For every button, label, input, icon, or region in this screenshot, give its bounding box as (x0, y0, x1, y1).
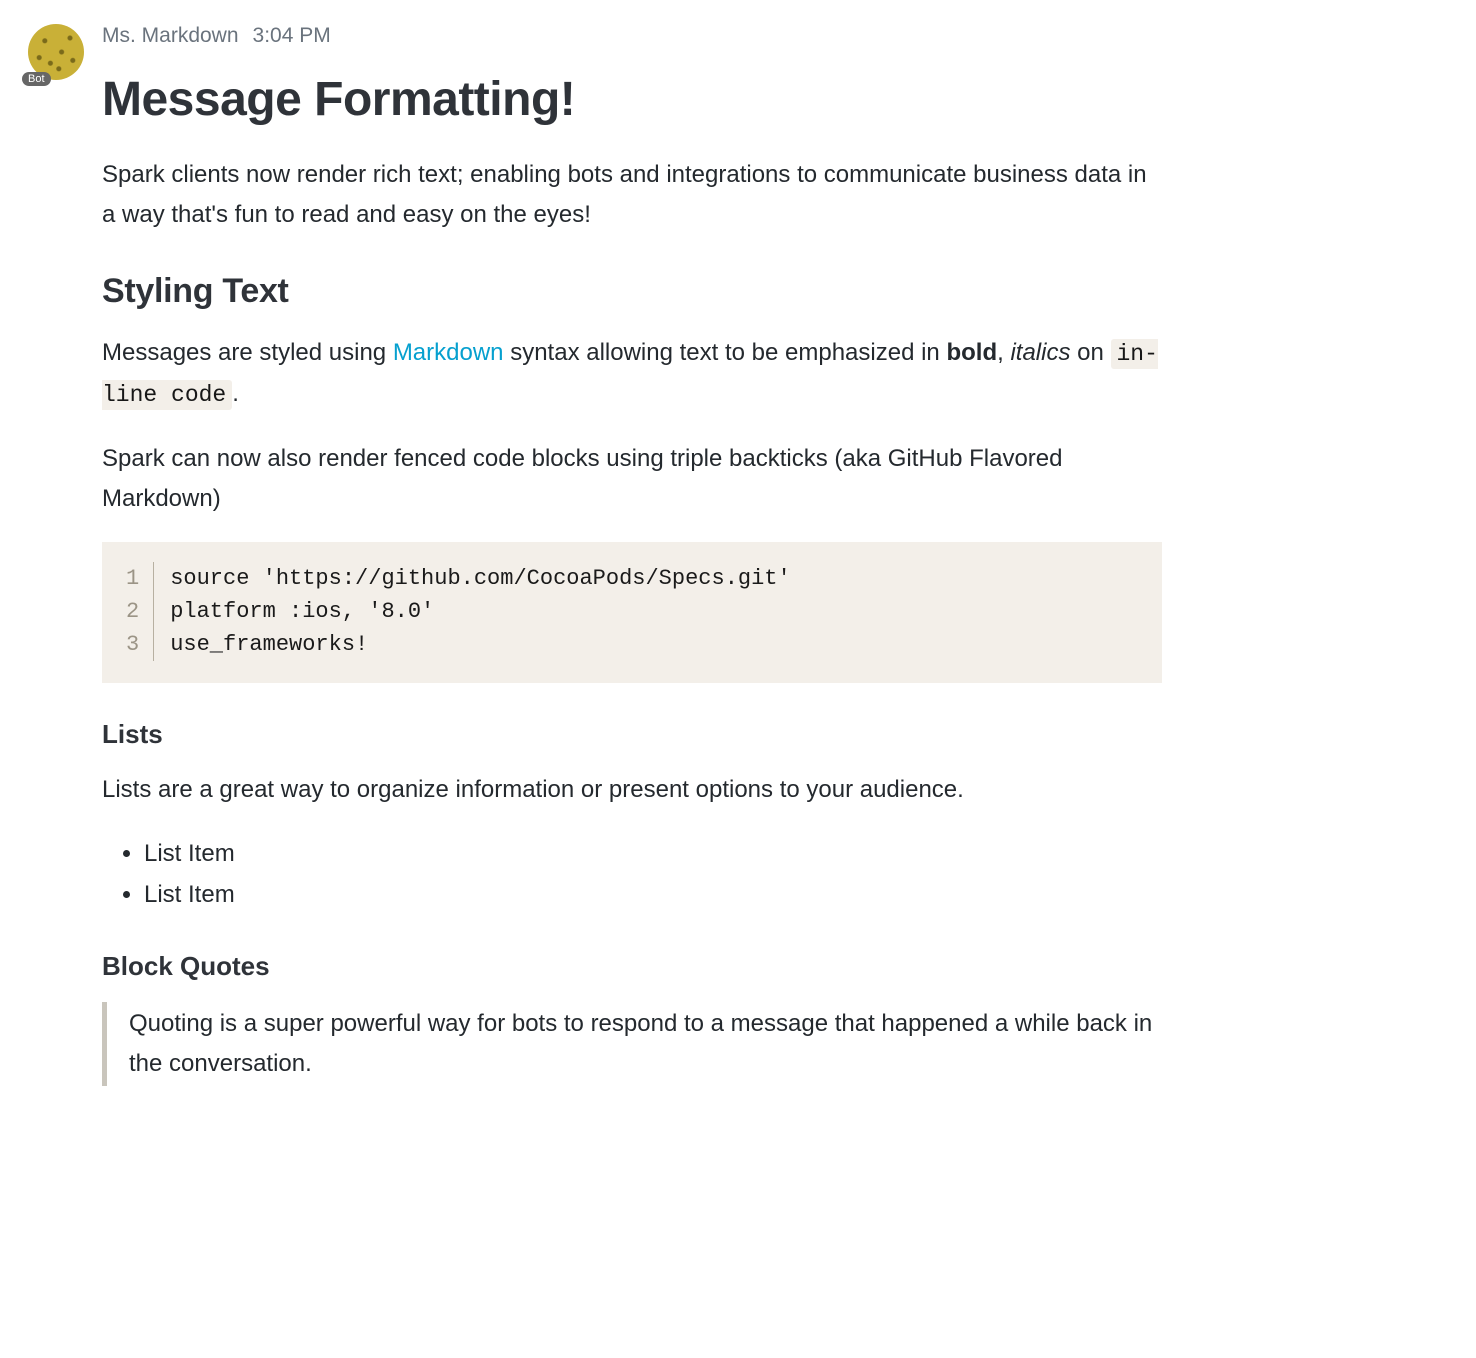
block-quote: Quoting is a super powerful way for bots… (102, 1002, 1162, 1085)
fenced-paragraph: Spark can now also render fenced code bl… (102, 439, 1162, 518)
intro-paragraph: Spark clients now render rich text; enab… (102, 155, 1162, 234)
line-number: 2 (126, 595, 139, 628)
styling-paragraph: Messages are styled using Markdown synta… (102, 333, 1162, 415)
code-gutter: 1 2 3 (126, 562, 154, 661)
list-item: List Item (144, 875, 1162, 916)
unordered-list: List Item List Item (102, 834, 1162, 916)
heading-lists: Lists (102, 719, 1162, 750)
message-content: Ms. Markdown 3:04 PM Message Formatting!… (102, 24, 1162, 1086)
bold-sample: bold (946, 339, 997, 366)
italic-sample: italics (1010, 339, 1070, 366)
heading-styling: Styling Text (102, 272, 1162, 311)
heading-quotes: Block Quotes (102, 951, 1162, 982)
line-number: 3 (126, 628, 139, 661)
message-header: Ms. Markdown 3:04 PM (102, 24, 1162, 48)
message: Bot Ms. Markdown 3:04 PM Message Formatt… (28, 24, 1448, 1086)
list-item: List Item (144, 834, 1162, 875)
lists-paragraph: Lists are a great way to organize inform… (102, 770, 1162, 810)
markdown-link[interactable]: Markdown (393, 339, 504, 366)
text-run: syntax allowing text to be emphasized in (504, 339, 947, 366)
code-lines: source 'https://github.com/CocoaPods/Spe… (154, 562, 791, 661)
code-line: source 'https://github.com/CocoaPods/Spe… (170, 562, 791, 595)
code-block: 1 2 3 source 'https://github.com/CocoaPo… (102, 542, 1162, 683)
heading-1: Message Formatting! (102, 72, 1162, 127)
text-run: on (1070, 339, 1110, 366)
bot-badge: Bot (22, 72, 51, 86)
code-line: use_frameworks! (170, 628, 791, 661)
text-run: . (232, 380, 239, 407)
author-name[interactable]: Ms. Markdown (102, 24, 239, 48)
line-number: 1 (126, 562, 139, 595)
text-run: , (997, 339, 1010, 366)
quote-text: Quoting is a super powerful way for bots… (129, 1004, 1162, 1083)
timestamp: 3:04 PM (253, 24, 331, 48)
avatar-wrap: Bot (28, 24, 84, 80)
code-line: platform :ios, '8.0' (170, 595, 791, 628)
text-run: Messages are styled using (102, 339, 393, 366)
